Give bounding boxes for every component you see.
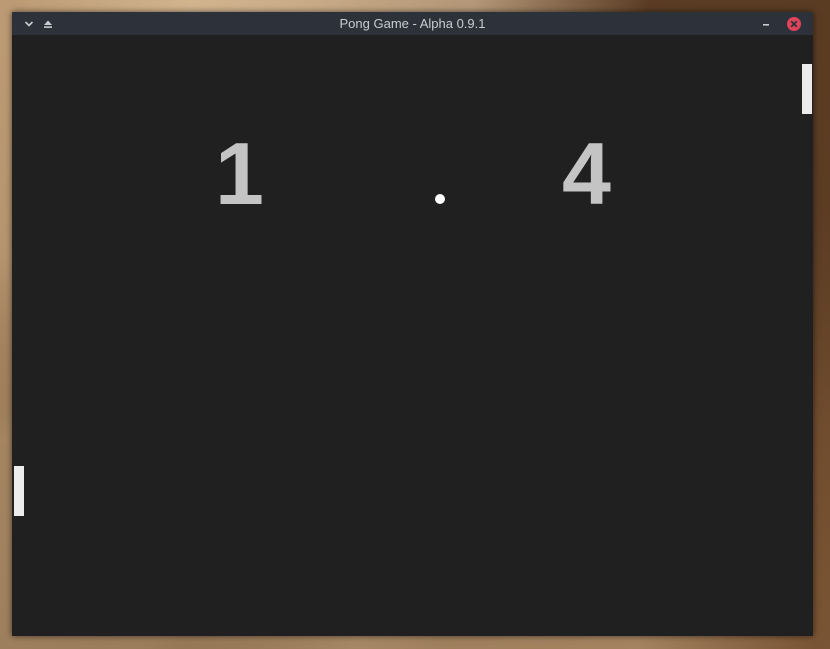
- ball: [435, 194, 445, 204]
- right-paddle[interactable]: [802, 64, 812, 114]
- right-player-score: 4: [562, 124, 611, 223]
- left-paddle[interactable]: [14, 466, 24, 516]
- left-player-score: 1: [215, 124, 264, 223]
- title-bar[interactable]: Pong Game - Alpha 0.9.1: [12, 12, 813, 35]
- minimize-button[interactable]: [756, 12, 776, 35]
- game-canvas[interactable]: 1 4: [12, 35, 813, 636]
- minimize-icon: [763, 23, 769, 26]
- pong-window: Pong Game - Alpha 0.9.1 1 4: [12, 12, 813, 636]
- close-icon: [787, 16, 801, 31]
- close-button[interactable]: [784, 12, 804, 35]
- window-title: Pong Game - Alpha 0.9.1: [339, 16, 486, 31]
